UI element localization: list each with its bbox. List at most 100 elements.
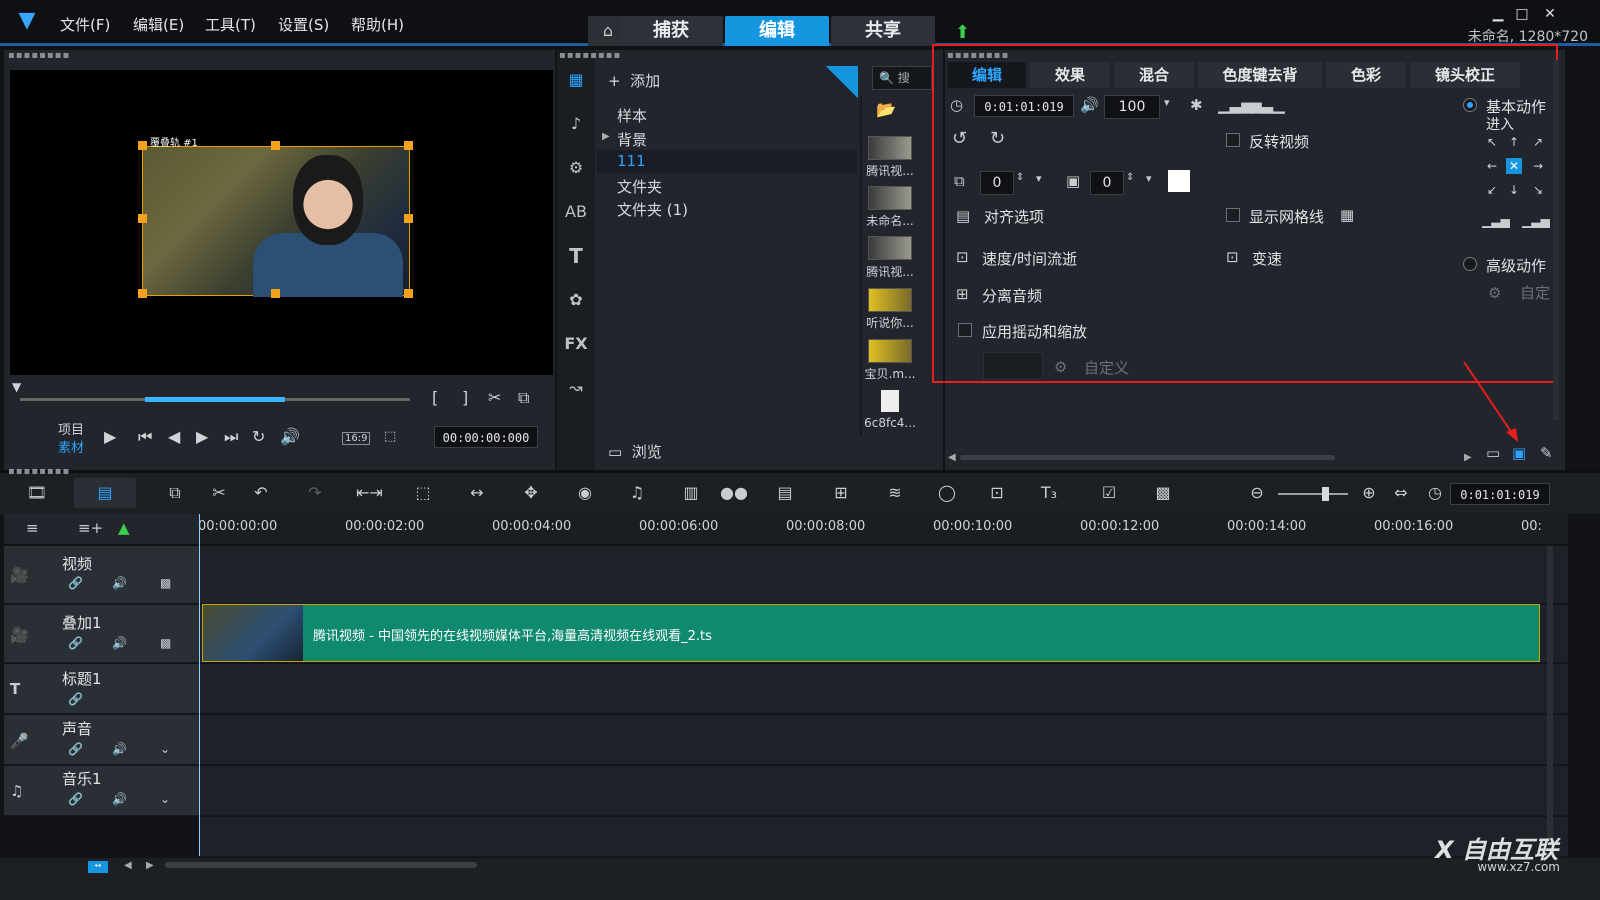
media-thumbnail-doc[interactable] <box>881 390 899 412</box>
audio-icon[interactable]: ♪ <box>557 106 595 142</box>
track-volume-icon[interactable]: 🔊 <box>112 742 127 756</box>
split-icon[interactable]: ↔ <box>464 483 490 502</box>
media-thumbnail[interactable] <box>868 136 912 160</box>
aspect-ratio-button[interactable]: 16:9 <box>342 432 371 445</box>
track-header-title[interactable] <box>4 664 200 714</box>
resize-handle[interactable] <box>404 214 413 223</box>
home-start-icon[interactable]: ⏮ <box>138 427 152 447</box>
zoom-in-icon[interactable]: ⊕ <box>1356 483 1382 502</box>
track-volume-icon[interactable]: 🔊 <box>112 792 127 806</box>
enlarge-icon[interactable]: ⧉ <box>518 388 529 408</box>
track-volume-icon[interactable]: 🔊 <box>112 576 127 590</box>
add-folder-button[interactable]: + 添加 <box>608 70 660 91</box>
link-icon[interactable]: 🔗 <box>68 742 83 756</box>
resize-handle[interactable] <box>138 214 147 223</box>
play-icon[interactable]: ▶ <box>104 427 116 446</box>
pin-icon[interactable] <box>826 66 858 98</box>
track-header-video[interactable] <box>4 546 200 604</box>
resize-handle[interactable] <box>404 141 413 150</box>
next-frame-icon[interactable]: ▶ <box>196 427 208 446</box>
audio-wave-icon[interactable]: ♫ <box>624 483 650 502</box>
scroll-right-icon[interactable]: ▶ <box>1464 452 1472 463</box>
chevron-down-icon[interactable]: ⌄ <box>160 742 170 756</box>
voice-track-area[interactable] <box>200 715 1568 765</box>
resize-handle[interactable] <box>271 289 280 298</box>
mark-out-icon[interactable]: ] <box>462 388 468 407</box>
title-editor-icon[interactable]: ▤ <box>772 483 798 502</box>
search-input[interactable]: 🔍 搜 <box>872 66 932 90</box>
maximize-button[interactable]: □ <box>1512 6 1532 26</box>
record-icon[interactable]: ◉ <box>572 483 598 502</box>
folder-item[interactable]: 背景 <box>617 129 647 150</box>
timeline-timecode[interactable]: 0:01:01:019 <box>1450 483 1550 505</box>
mode-project[interactable]: 项目 <box>58 419 84 438</box>
tab-share[interactable]: 共享 <box>831 16 935 46</box>
resize-handle[interactable] <box>138 289 147 298</box>
loop-icon[interactable]: ◯ <box>934 483 960 502</box>
mode-clip[interactable]: 素材 <box>58 437 84 456</box>
copy-icon[interactable]: ⧉ <box>162 483 188 503</box>
zoom-slider-thumb[interactable] <box>1322 487 1329 501</box>
link-icon[interactable]: 🔗 <box>68 792 83 806</box>
scroll-right-icon[interactable]: ▶ <box>146 860 154 871</box>
music-track-area[interactable] <box>200 766 1568 816</box>
close-button[interactable]: ✕ <box>1540 6 1560 26</box>
video-track-area[interactable] <box>200 546 1568 604</box>
stabilize-icon[interactable]: ≋ <box>882 483 908 502</box>
timeline-hscroll[interactable] <box>165 862 477 868</box>
mask-icon[interactable]: ⊡ <box>984 483 1010 502</box>
preview-clip-image[interactable] <box>142 146 410 297</box>
empty-track-area[interactable] <box>200 817 1568 857</box>
mark-in-icon[interactable]: [ <box>432 388 438 407</box>
chevron-down-icon[interactable]: ⌄ <box>160 792 170 806</box>
zoom-out-icon[interactable]: ⊖ <box>1244 483 1270 502</box>
redo-icon[interactable]: ↷ <box>302 483 328 502</box>
fit-project-icon[interactable]: ⇔ <box>1388 483 1414 502</box>
volume-icon[interactable]: 🔊 <box>280 427 300 446</box>
crop-icon[interactable]: ⬚ <box>384 429 396 444</box>
media-icon[interactable]: ▦ <box>557 62 595 98</box>
check-icon[interactable]: ☑ <box>1096 483 1122 502</box>
folder-item-selected[interactable]: 111 <box>617 152 646 170</box>
menu-help[interactable]: 帮助(H) <box>351 14 404 35</box>
media-thumbnail[interactable] <box>868 236 912 260</box>
scroll-left-icon[interactable]: ◀ <box>948 452 956 463</box>
subtitle-icon[interactable]: ▥ <box>678 483 704 502</box>
track-header-voice[interactable] <box>4 715 200 765</box>
media-thumbnail[interactable] <box>868 339 912 363</box>
overlay-clip[interactable]: 腾讯视频 - 中国领先的在线视频媒体平台,海量高清视频在线观看_2.ts <box>202 604 1540 662</box>
playhead-line[interactable] <box>199 514 200 856</box>
fit-icon[interactable]: ⇤⇥ <box>356 483 383 502</box>
resize-handle[interactable] <box>271 141 280 150</box>
options-vscroll[interactable] <box>1553 60 1559 420</box>
link-icon[interactable]: 🔗 <box>68 692 83 706</box>
3d-title-icon[interactable]: T₃ <box>1036 483 1062 502</box>
scissors-icon[interactable]: ✂ <box>488 388 501 407</box>
menu-settings[interactable]: 设置(S) <box>278 14 329 35</box>
tab-edit[interactable]: 编辑 <box>725 16 829 46</box>
motion-track-icon[interactable]: ●● <box>720 483 748 502</box>
tab-capture[interactable]: 捕获 <box>619 16 723 46</box>
link-icon[interactable]: 🔗 <box>68 636 83 650</box>
folder-item[interactable]: 文件夹 <box>617 176 662 197</box>
track-grid-icon[interactable]: ▩ <box>160 576 171 590</box>
resize-handle[interactable] <box>138 141 147 150</box>
storyboard-view-icon[interactable]: 🎞 <box>24 483 50 502</box>
timeline-view-icon[interactable]: ▤ <box>92 483 118 502</box>
path-icon[interactable]: ↝ <box>557 370 595 406</box>
layout-icon[interactable]: ▭ <box>1486 444 1500 462</box>
end-icon[interactable]: ⏭ <box>224 427 238 447</box>
transition-icon[interactable]: AB <box>557 194 595 230</box>
options-view-icon[interactable]: ▣ <box>1512 444 1526 462</box>
resize-handle[interactable] <box>404 289 413 298</box>
track-volume-icon[interactable]: 🔊 <box>112 636 127 650</box>
title-track-area[interactable] <box>200 664 1568 714</box>
scrub-marker-icon[interactable]: ▼ <box>12 380 21 394</box>
instant-project-icon[interactable]: ⚙ <box>557 150 595 186</box>
folder-item[interactable]: 文件夹 (1) <box>617 199 688 220</box>
repeat-icon[interactable]: ↻ <box>252 427 265 446</box>
track-header-music[interactable] <box>4 766 200 816</box>
ripple-edit-icon[interactable]: ▲ <box>118 519 130 537</box>
undo-icon[interactable]: ↶ <box>248 483 274 502</box>
menu-tools[interactable]: 工具(T) <box>205 14 256 35</box>
